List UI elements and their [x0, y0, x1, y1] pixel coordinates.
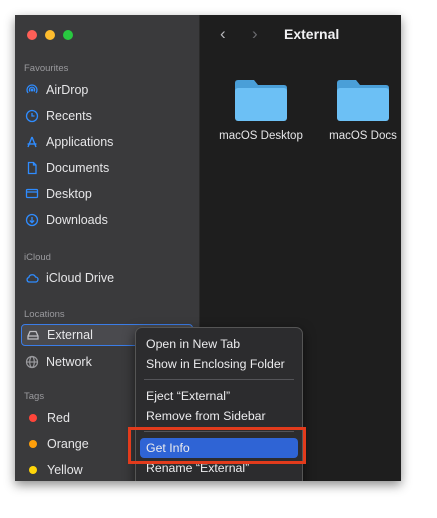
folder-macos-desktop[interactable]: macOS Desktop: [211, 77, 311, 142]
section-favourites: Favourites: [24, 63, 69, 74]
menu-item-open-in-new-tab[interactable]: Open in New Tab: [140, 334, 298, 354]
sidebar-item-label: Yellow: [47, 463, 83, 477]
finder-window: Favourites AirDrop Recents Applications …: [15, 15, 401, 481]
sidebar-item-label: External: [47, 328, 93, 342]
minimize-window-button[interactable]: [45, 30, 55, 40]
zoom-window-button[interactable]: [63, 30, 73, 40]
sidebar-item-label: AirDrop: [46, 83, 89, 97]
sidebar-item-label: Orange: [47, 437, 89, 451]
sidebar-item-icloud-drive[interactable]: iCloud Drive: [21, 267, 181, 289]
download-icon: [25, 213, 39, 227]
yellow-tag-icon: [29, 466, 37, 474]
menu-separator: [144, 379, 294, 380]
highlight-annotation: [128, 427, 306, 464]
sidebar-item-label: Documents: [46, 161, 110, 175]
menu-item-remove-from-sidebar[interactable]: Remove from Sidebar: [140, 406, 298, 426]
applications-icon: [25, 135, 39, 149]
document-icon: [25, 161, 39, 175]
sidebar-item-recents[interactable]: Recents: [21, 105, 181, 127]
folder-label: macOS Docs: [329, 130, 397, 142]
folder-macos-docs[interactable]: macOS Docs: [313, 77, 401, 142]
close-window-button[interactable]: [27, 30, 37, 40]
globe-icon: [25, 355, 39, 369]
cloud-icon: [25, 271, 39, 285]
sidebar-item-label: Desktop: [46, 187, 92, 201]
section-locations: Locations: [24, 309, 65, 320]
window-controls: [27, 30, 73, 40]
sidebar-item-label: Recents: [46, 109, 92, 123]
sidebar-item-label: Downloads: [46, 213, 108, 227]
airdrop-icon: [25, 83, 39, 97]
section-tags: Tags: [24, 391, 45, 402]
sidebar-item-documents[interactable]: Documents: [21, 157, 181, 179]
sidebar-item-label: Network: [46, 355, 92, 369]
sidebar-item-applications[interactable]: Applications: [21, 131, 181, 153]
folder-icon: [235, 80, 287, 121]
sidebar-item-label: iCloud Drive: [46, 271, 115, 285]
menu-item-eject[interactable]: Eject “External”: [140, 386, 298, 406]
folder-icon: [337, 80, 389, 121]
forward-button[interactable]: ›: [252, 24, 258, 44]
sidebar-item-downloads[interactable]: Downloads: [21, 209, 181, 231]
back-button[interactable]: ‹: [220, 24, 226, 44]
menu-item-show-in-enclosing-folder[interactable]: Show in Enclosing Folder: [140, 354, 298, 374]
sidebar-item-label: Red: [47, 411, 70, 425]
clock-icon: [25, 109, 39, 123]
window-title: External: [284, 26, 340, 42]
desktop-icon: [25, 187, 39, 201]
sidebar-item-label: Applications: [46, 135, 114, 149]
orange-tag-icon: [29, 440, 37, 448]
section-icloud: iCloud: [24, 252, 51, 263]
red-tag-icon: [29, 414, 37, 422]
sidebar-item-desktop[interactable]: Desktop: [21, 183, 181, 205]
toolbar: ‹ › External: [200, 15, 401, 53]
sidebar-item-airdrop[interactable]: AirDrop: [21, 79, 181, 101]
folder-label: macOS Desktop: [219, 130, 303, 142]
drive-icon: [26, 328, 40, 342]
